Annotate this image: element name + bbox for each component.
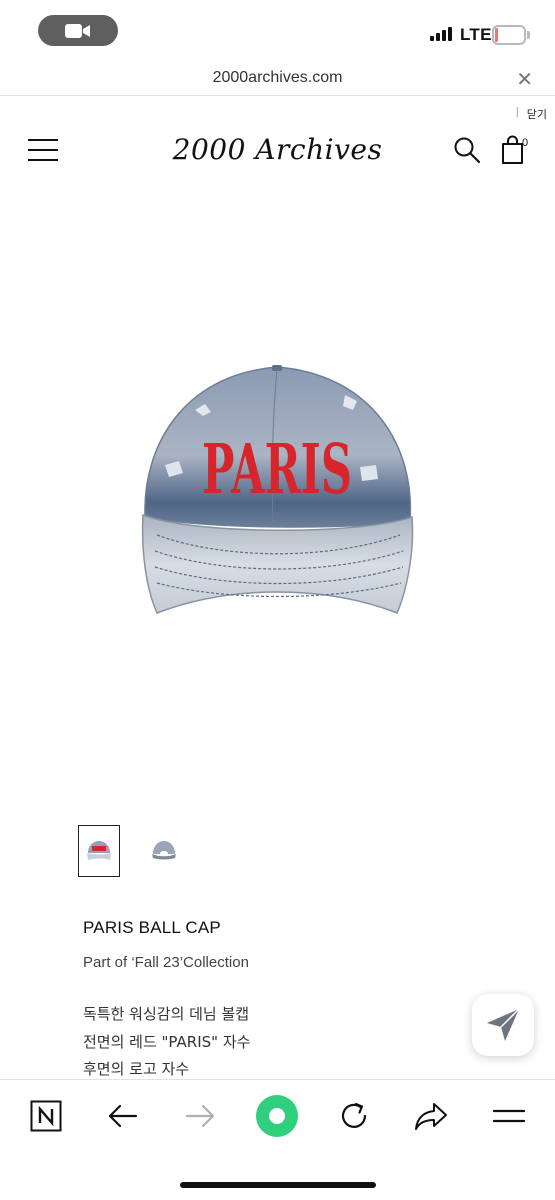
reload-icon[interactable]: [332, 1094, 376, 1138]
home-indicator[interactable]: [180, 1182, 376, 1188]
forward-arrow-icon[interactable]: [178, 1094, 222, 1138]
paper-plane-icon: [487, 1008, 520, 1041]
cap-brim: [141, 513, 414, 614]
menu-icon[interactable]: [487, 1094, 531, 1138]
network-label: LTE: [460, 25, 492, 44]
cap-front-thumbnail[interactable]: [78, 825, 120, 877]
battery-icon: 10: [492, 25, 526, 45]
divider: |: [515, 106, 519, 118]
product-description-line: 전면의 레드 "PARIS" 자수: [83, 1033, 251, 1051]
url-text[interactable]: 2000archives.com: [0, 69, 555, 87]
call-pill[interactable]: [38, 15, 118, 46]
product-collection: Part of ‘Fall 23’Collection: [83, 954, 249, 971]
naver-home-icon[interactable]: [24, 1094, 68, 1138]
green-dot-icon[interactable]: [255, 1094, 299, 1138]
close-icon[interactable]: ✕: [516, 67, 533, 92]
battery-level: 10: [501, 27, 517, 42]
cap-embroidery-text: PARIS: [202, 430, 352, 510]
product-image: PARIS: [141, 365, 414, 614]
cap-back-thumbnail-image: [152, 841, 176, 860]
product-name: PARIS BALL CAP: [83, 918, 221, 937]
search-icon[interactable]: [453, 136, 481, 164]
video-call-icon: [65, 23, 90, 38]
url-bar[interactable]: 2000archives.com ✕: [0, 62, 555, 96]
send-button[interactable]: [472, 994, 534, 1056]
signal-strength-icon: [430, 27, 452, 41]
share-icon[interactable]: [409, 1094, 453, 1138]
product-description-line: 독특한 워싱감의 데님 볼캡: [83, 1005, 250, 1023]
battery-nub: [527, 31, 530, 39]
cap-front-thumbnail-image: [87, 841, 111, 860]
close-link[interactable]: 닫기: [527, 106, 547, 122]
status-bar: LTE 10: [0, 0, 555, 62]
back-arrow-icon[interactable]: [101, 1094, 145, 1138]
cart-count: 0: [522, 137, 529, 149]
product-description-line: 후면의 로고 자수: [83, 1060, 190, 1078]
close-link-row: | 닫기: [516, 106, 547, 122]
cap-back-thumbnail[interactable]: [143, 825, 185, 877]
